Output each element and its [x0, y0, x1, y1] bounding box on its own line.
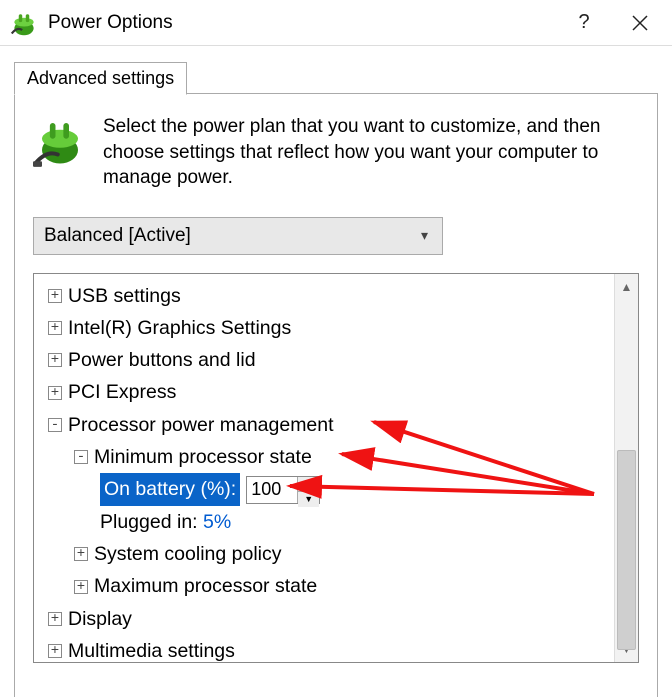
tree-item-display[interactable]: + Display: [40, 603, 608, 635]
scroll-up-button[interactable]: ▲: [615, 274, 638, 300]
scrollbar-vertical[interactable]: ▲ ▼: [614, 274, 638, 662]
tree-label: PCI Express: [68, 376, 176, 408]
selected-label: On battery (%):: [100, 473, 240, 506]
close-icon: [632, 15, 648, 31]
tree-label: Maximum processor state: [94, 570, 317, 602]
tree-item-usb[interactable]: + USB settings: [40, 280, 608, 312]
intro-text: Select the power plan that you want to c…: [103, 114, 639, 191]
tab-advanced-settings[interactable]: Advanced settings: [14, 62, 187, 95]
tab-strip: Advanced settings: [0, 46, 672, 94]
tree-label: Multimedia settings: [68, 635, 235, 662]
close-button[interactable]: [612, 0, 668, 46]
tree-item-min-processor-state[interactable]: - Minimum processor state: [40, 441, 608, 473]
on-battery-value[interactable]: 100: [247, 477, 297, 503]
tree-label: Processor power management: [68, 409, 334, 441]
help-button[interactable]: ?: [556, 0, 612, 46]
app-icon: [10, 9, 38, 37]
expand-icon[interactable]: +: [74, 547, 88, 561]
expand-icon[interactable]: +: [74, 580, 88, 594]
expand-icon[interactable]: +: [48, 353, 62, 367]
scroll-track[interactable]: [615, 300, 638, 636]
expand-icon[interactable]: +: [48, 321, 62, 335]
tree-label: Display: [68, 603, 132, 635]
tab-content: Select the power plan that you want to c…: [14, 93, 658, 697]
chevron-down-icon: ▾: [421, 227, 428, 244]
power-icon: [33, 114, 87, 168]
tree-item-power-buttons[interactable]: + Power buttons and lid: [40, 344, 608, 376]
expand-icon[interactable]: +: [48, 612, 62, 626]
expand-icon[interactable]: +: [48, 644, 62, 658]
tree-label: Intel(R) Graphics Settings: [68, 312, 291, 344]
title-bar: Power Options ?: [0, 0, 672, 46]
spinner-down[interactable]: ▼: [298, 492, 319, 507]
expand-icon[interactable]: +: [48, 386, 62, 400]
tree-item-cooling-policy[interactable]: + System cooling policy: [40, 538, 608, 570]
tree-item-on-battery[interactable]: On battery (%): 100 ▲ ▼: [40, 473, 608, 506]
window-title: Power Options: [48, 12, 556, 34]
tree-item-max-processor-state[interactable]: + Maximum processor state: [40, 570, 608, 602]
tree-item-processor-power[interactable]: - Processor power management: [40, 409, 608, 441]
power-plan-selected: Balanced [Active]: [44, 225, 191, 247]
tree-label: USB settings: [68, 280, 181, 312]
settings-tree[interactable]: + USB settings + Intel(R) Graphics Setti…: [34, 274, 614, 662]
collapse-icon[interactable]: -: [74, 450, 88, 464]
power-plan-dropdown[interactable]: Balanced [Active] ▾: [33, 217, 443, 255]
tree-label: System cooling policy: [94, 538, 282, 570]
tree-item-multimedia[interactable]: + Multimedia settings: [40, 635, 608, 662]
tree-label: Power buttons and lid: [68, 344, 256, 376]
plugged-in-value[interactable]: 5%: [203, 506, 231, 538]
scroll-thumb[interactable]: [617, 450, 636, 650]
tree-item-pci-express[interactable]: + PCI Express: [40, 376, 608, 408]
tree-label: Plugged in:: [100, 506, 198, 538]
tree-item-plugged-in[interactable]: Plugged in: 5%: [40, 506, 608, 538]
on-battery-spinner[interactable]: 100 ▲ ▼: [246, 476, 320, 504]
collapse-icon[interactable]: -: [48, 418, 62, 432]
expand-icon[interactable]: +: [48, 289, 62, 303]
settings-tree-container: + USB settings + Intel(R) Graphics Setti…: [33, 273, 639, 663]
tree-item-intel-graphics[interactable]: + Intel(R) Graphics Settings: [40, 312, 608, 344]
spinner-arrows: ▲ ▼: [297, 477, 319, 503]
tree-label: Minimum processor state: [94, 441, 312, 473]
spinner-up[interactable]: ▲: [298, 477, 319, 493]
intro-section: Select the power plan that you want to c…: [33, 114, 639, 191]
